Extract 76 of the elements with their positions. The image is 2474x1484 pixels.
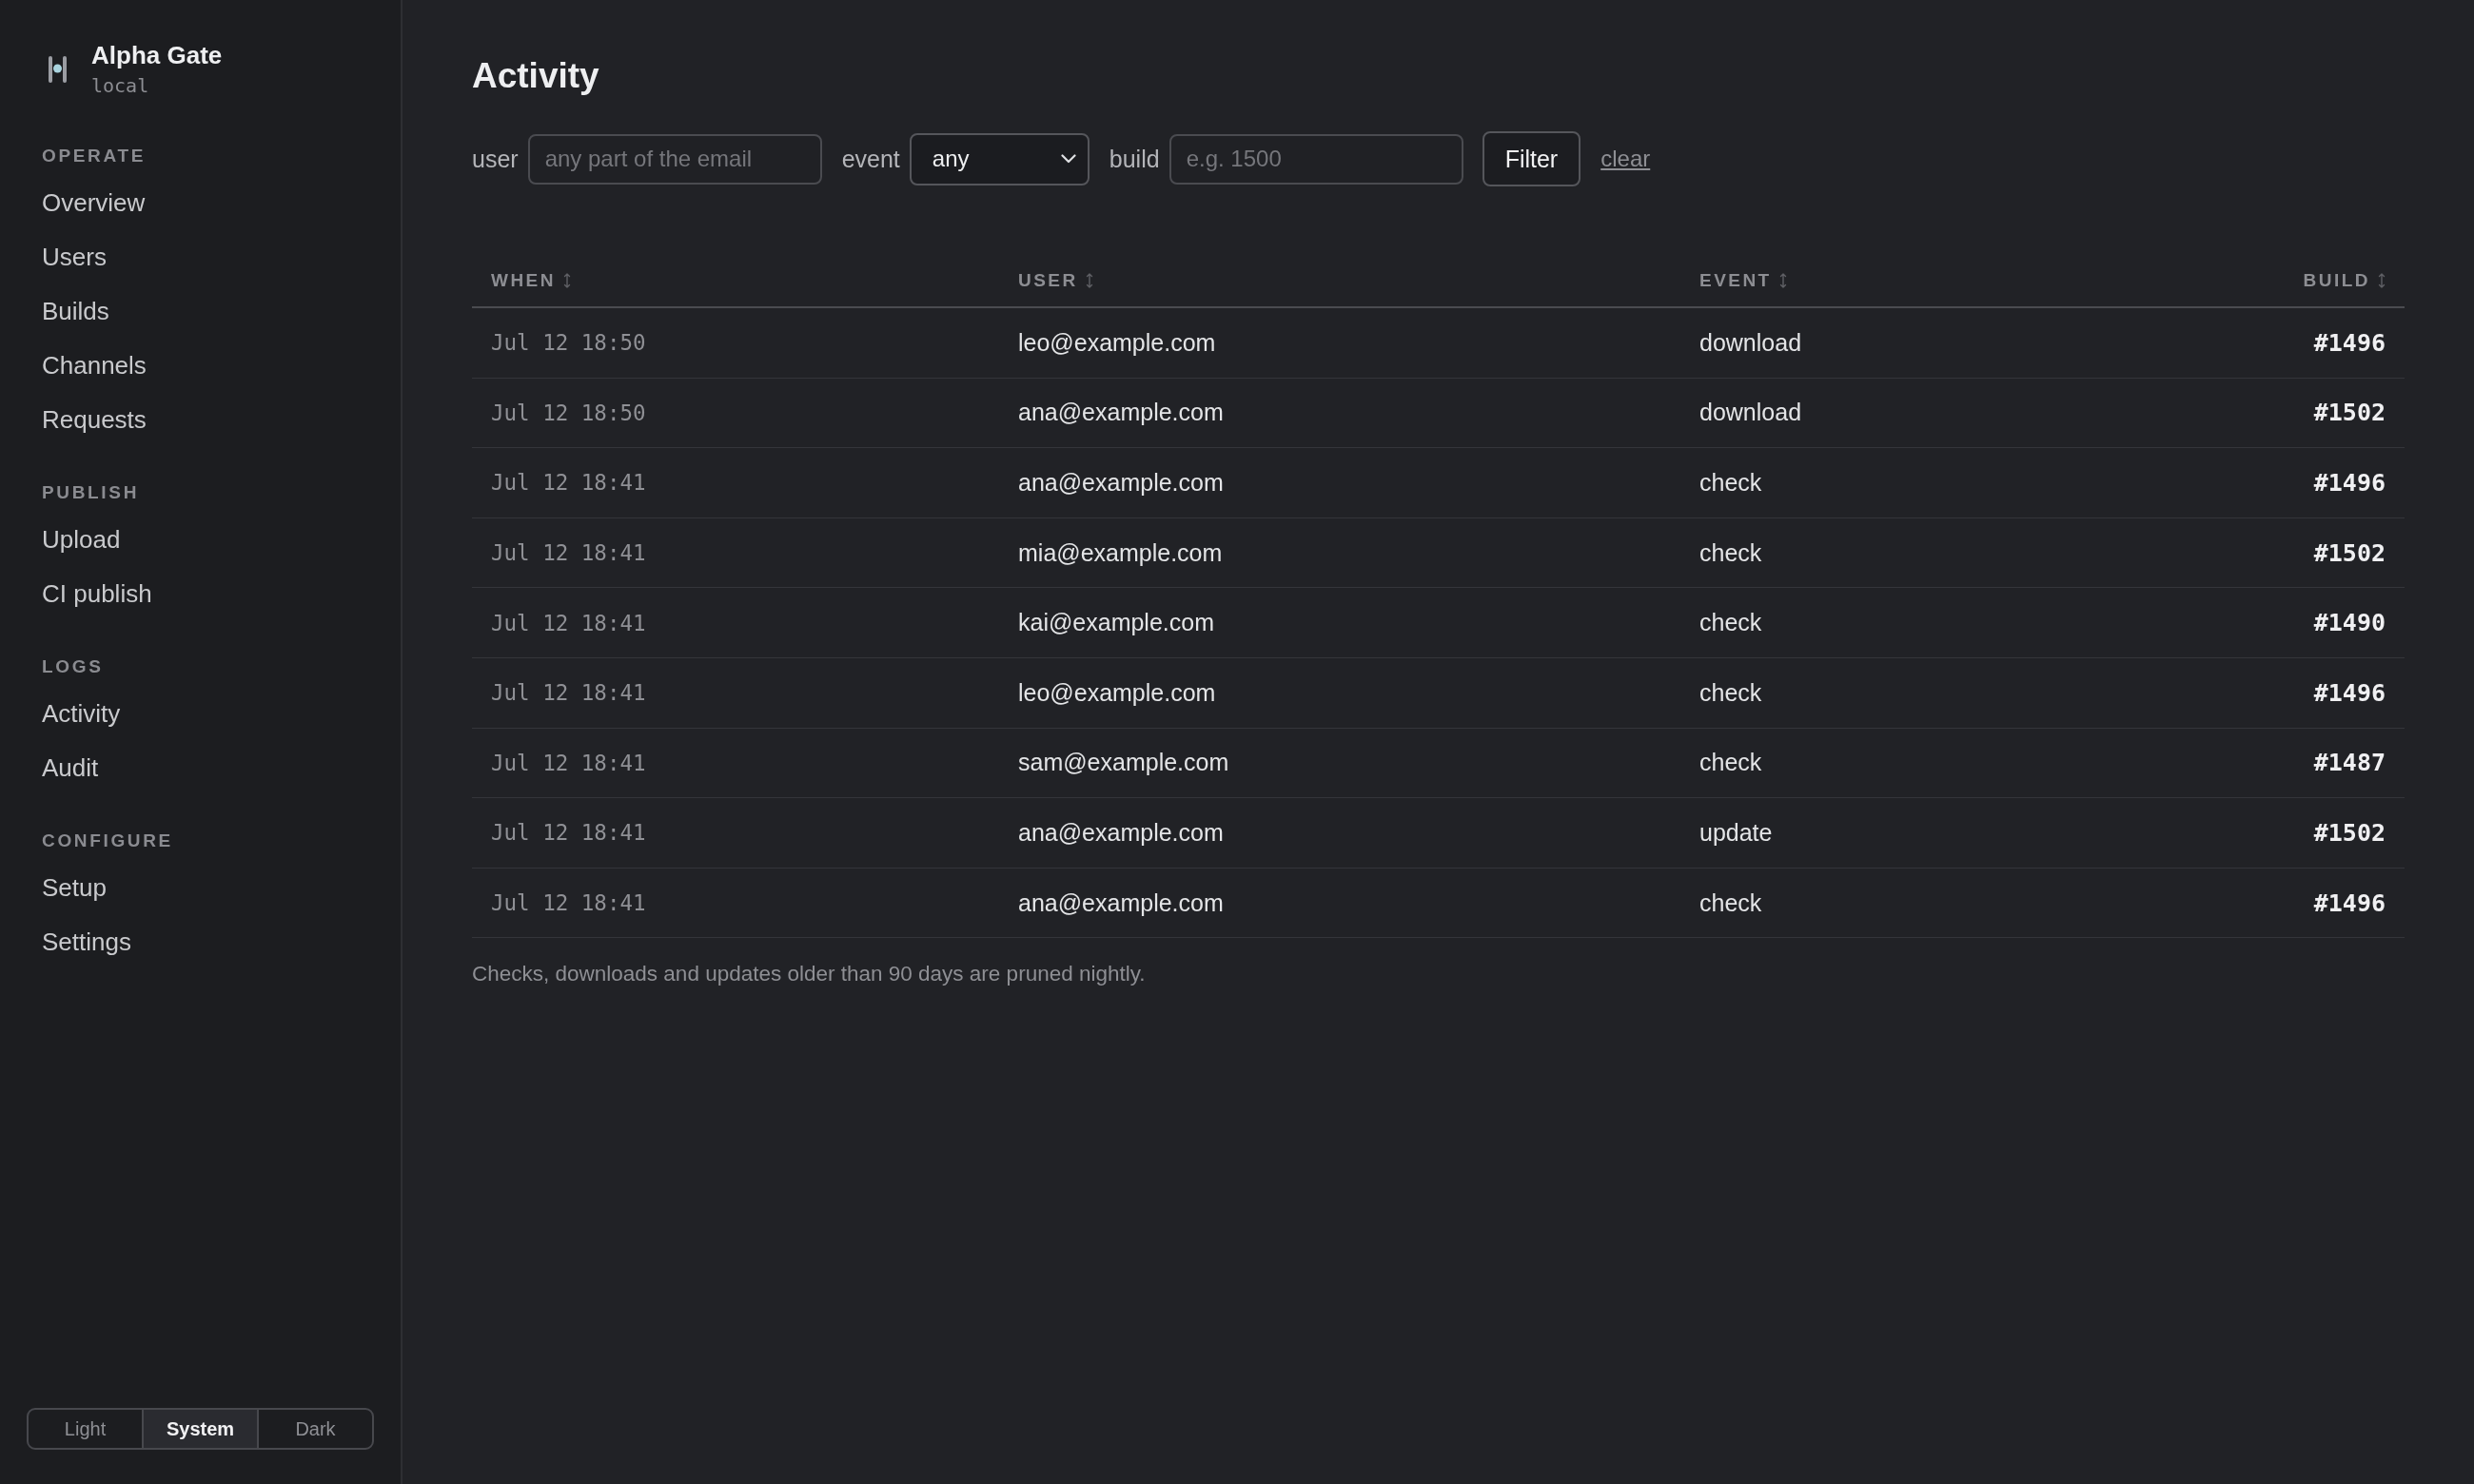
table-cell: leo@example.com [1018,678,1216,707]
timestamp-cell: Jul 12 18:41 [491,540,646,566]
table-cell: check [1699,609,1762,637]
build-number-cell: #1496 [2313,678,2386,707]
nav-link[interactable]: Settings [42,927,131,957]
table-cell: check [1699,888,1762,917]
filter-label: build [1109,145,1160,173]
timestamp-cell: Jul 12 18:41 [491,820,646,846]
build-number-cell: #1502 [2313,538,2386,567]
event-select[interactable]: any [909,132,1090,186]
table-cell: download [1699,328,1802,357]
bars-dot-icon [49,56,67,83]
page-title: Activity [472,55,599,97]
timestamp-cell: Jul 12 18:50 [491,400,646,425]
nav-section-heading: CONFIGURE [42,830,173,852]
table-cell: check [1699,749,1762,777]
column-header[interactable]: BUILD [2303,270,2386,291]
table-cell: leo@example.com [1018,328,1216,357]
table-cell: update [1699,818,1773,847]
sort-icon [1085,272,1093,289]
build-input[interactable]: e.g. 1500 [1168,133,1463,185]
table-cell: sam@example.com [1018,749,1229,777]
nav-link[interactable]: Upload [42,524,121,555]
column-header[interactable]: EVENT [1699,270,1787,291]
table-cell: check [1699,469,1762,497]
nav-link[interactable]: Users [42,242,107,272]
user-input[interactable]: any part of the email [527,133,822,185]
table-cell: kai@example.com [1018,609,1214,637]
sort-icon [1778,272,1787,289]
build-number-cell: #1490 [2313,609,2386,637]
table-cell: download [1699,399,1802,427]
sort-icon [562,272,571,289]
table-cell: check [1699,678,1762,707]
nav-link[interactable]: Setup [42,872,107,903]
nav-link[interactable]: Channels [42,350,147,381]
build-number-cell: #1502 [2313,399,2386,427]
timestamp-cell: Jul 12 18:41 [491,890,646,916]
nav-link[interactable]: CI publish [42,578,152,609]
table-cell: ana@example.com [1018,469,1224,497]
timestamp-cell: Jul 12 18:41 [491,470,646,496]
filter-button[interactable]: Filter [1482,131,1581,186]
clear-link[interactable]: clear [1600,146,1651,172]
nav-link[interactable]: Overview [42,187,146,218]
nav-link[interactable]: Requests [42,404,147,435]
column-header[interactable]: WHEN [491,270,571,291]
build-number-cell: #1496 [2313,328,2386,357]
table-cell: ana@example.com [1018,399,1224,427]
app-name: Alpha Gate [91,40,223,70]
build-number-cell: #1496 [2313,888,2386,917]
theme-option[interactable]: System [142,1410,257,1448]
timestamp-cell: Jul 12 18:41 [491,610,646,635]
table-cell: check [1699,538,1762,567]
table-cell: ana@example.com [1018,888,1224,917]
environment-label: local [91,73,149,98]
nav-section-heading: OPERATE [42,145,147,167]
nav-link[interactable]: Activity [42,698,121,729]
sort-icon [2378,272,2386,289]
nav-section-heading: PUBLISH [42,481,139,504]
retention-note: Checks, downloads and updates older than 90 days are pruned nightly. [472,961,1146,988]
table-cell: ana@example.com [1018,818,1224,847]
theme-option[interactable]: Light [29,1410,142,1448]
timestamp-cell: Jul 12 18:41 [491,750,646,775]
column-header[interactable]: USER [1018,270,1093,291]
nav-section-heading: LOGS [42,655,104,678]
table-cell: mia@example.com [1018,538,1223,567]
nav-link[interactable]: Audit [42,752,99,783]
filter-label: event [841,145,900,173]
build-number-cell: #1487 [2313,749,2386,777]
nav-link[interactable]: Builds [42,296,109,326]
filter-label: user [472,145,519,173]
build-number-cell: #1502 [2313,818,2386,847]
build-number-cell: #1496 [2313,469,2386,497]
theme-option[interactable]: Dark [257,1410,372,1448]
timestamp-cell: Jul 12 18:50 [491,330,646,356]
chevron-down-icon [1060,154,1076,164]
timestamp-cell: Jul 12 18:41 [491,680,646,706]
